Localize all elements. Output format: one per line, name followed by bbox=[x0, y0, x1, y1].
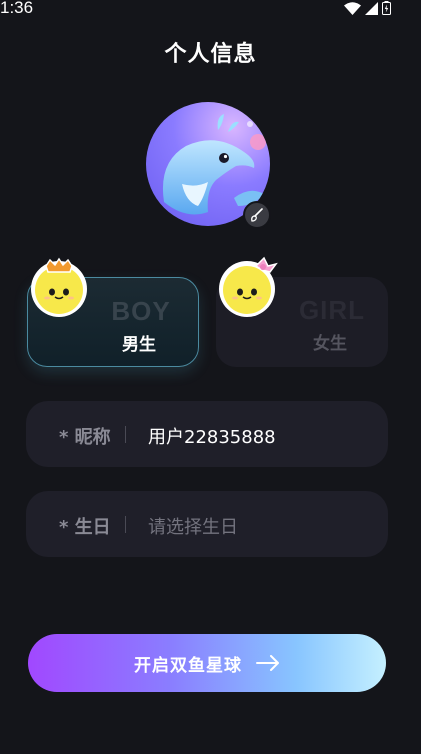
battery-icon bbox=[382, 1, 391, 15]
gender-boy-cn-label: 男生 bbox=[122, 335, 156, 355]
nickname-input[interactable]: 用户22835888 bbox=[148, 423, 276, 449]
wifi-icon bbox=[344, 1, 361, 15]
signal-icon bbox=[365, 1, 378, 15]
birthday-label: * 生日 bbox=[59, 517, 111, 538]
girl-chick-icon bbox=[219, 256, 278, 317]
field-divider bbox=[125, 516, 126, 533]
status-icons bbox=[344, 1, 391, 15]
gender-girl-cn-label: 女生 bbox=[313, 334, 347, 354]
boy-chick-icon bbox=[31, 257, 87, 317]
birthday-picker[interactable]: 请选择生日 bbox=[148, 513, 238, 539]
avatar-container[interactable] bbox=[146, 102, 271, 229]
page-title: 个人信息 bbox=[164, 42, 257, 67]
status-time: 1:36 bbox=[0, 0, 34, 17]
birthday-field[interactable]: * 生日 请选择生日 bbox=[26, 491, 388, 557]
field-divider bbox=[125, 426, 126, 443]
start-button[interactable]: 开启双鱼星球 bbox=[28, 634, 386, 692]
edit-avatar-button[interactable] bbox=[243, 201, 271, 229]
status-bar: 1:36 bbox=[0, 0, 421, 18]
start-button-label: 开启双鱼星球 bbox=[134, 655, 242, 676]
arrow-right-icon bbox=[256, 655, 279, 671]
nickname-label: * 昵称 bbox=[59, 427, 111, 448]
brush-icon bbox=[251, 208, 263, 222]
nickname-field[interactable]: * 昵称 用户22835888 bbox=[26, 401, 388, 467]
